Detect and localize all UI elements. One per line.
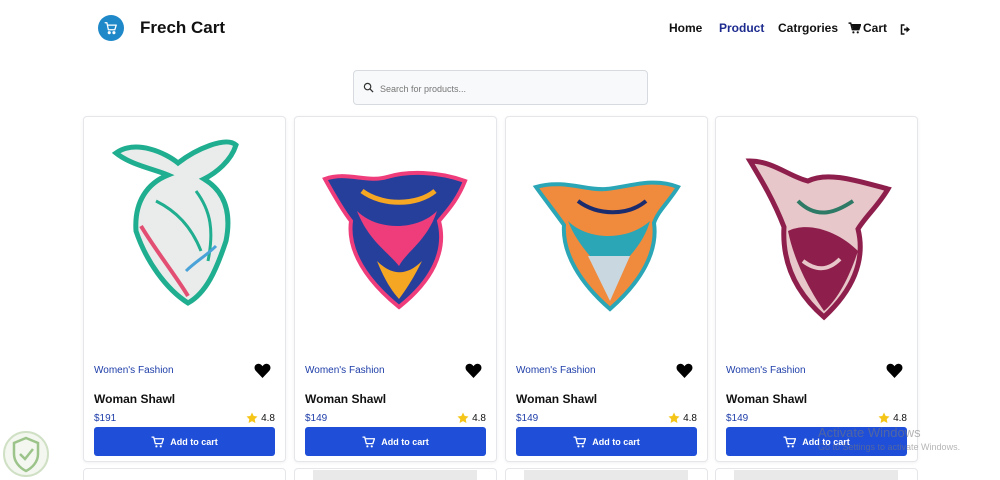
heart-icon[interactable] [465,363,482,378]
product-card[interactable]: Women's Fashion Woman Shawl $191 4.8 Add… [83,116,286,462]
brand-name[interactable]: Frech Cart [140,18,225,38]
product-card[interactable] [83,468,286,480]
add-to-cart-button[interactable]: Add to cart [516,427,697,456]
nav-home[interactable]: Home [669,21,702,35]
rating-value: 4.8 [893,412,907,424]
product-name: Woman Shawl [726,392,808,406]
shield-logo-icon [3,431,49,477]
nav-cart[interactable]: Cart [848,21,887,35]
star-icon [668,412,680,423]
product-card[interactable] [505,468,708,480]
cart-icon [573,435,587,447]
windows-activation-watermark: Activate Windows Go to Settings to activ… [818,425,960,452]
product-image [313,470,477,480]
add-to-cart-label: Add to cart [381,436,429,447]
star-icon [246,412,258,423]
product-rating: 4.8 [457,412,486,424]
rating-value: 4.8 [472,412,486,424]
add-to-cart-label: Add to cart [592,436,640,447]
cart-icon [362,435,376,447]
product-image [322,170,468,310]
product-card[interactable] [715,468,918,480]
product-name: Woman Shawl [516,392,598,406]
search-icon [363,82,374,93]
product-card[interactable] [294,468,497,480]
cart-icon [151,435,165,447]
product-image [745,158,892,321]
product-card[interactable]: Women's Fashion Woman Shawl $149 4.8 Add… [715,116,918,462]
product-category[interactable]: Women's Fashion [516,365,596,376]
product-category[interactable]: Women's Fashion [726,365,806,376]
add-to-cart-button[interactable]: Add to cart [94,427,275,456]
nav-cart-label: Cart [863,21,888,35]
product-rating: 4.8 [878,412,907,424]
product-category[interactable]: Women's Fashion [94,365,174,376]
add-to-cart-button[interactable]: Add to cart [305,427,486,456]
product-name: Woman Shawl [305,392,387,406]
nav-categories[interactable]: Catrgories [778,21,838,35]
product-card[interactable]: Women's Fashion Woman Shawl $149 4.8 Add… [505,116,708,462]
rating-value: 4.8 [683,412,697,424]
search-input[interactable] [380,80,640,98]
product-image [734,470,898,480]
cart-icon [848,22,861,34]
nav-product[interactable]: Product [719,21,764,35]
product-rating: 4.8 [246,412,275,424]
product-image [111,139,239,306]
heart-icon[interactable] [676,363,693,378]
product-category[interactable]: Women's Fashion [305,365,385,376]
cart-icon [783,435,797,447]
product-rating: 4.8 [668,412,697,424]
product-price: $149 [726,413,749,424]
heart-icon[interactable] [254,363,271,378]
search-bar [353,70,648,105]
product-image [532,180,681,312]
product-price: $149 [305,413,328,424]
product-card[interactable]: Women's Fashion Woman Shawl $149 4.8 Add… [294,116,497,462]
rating-value: 4.8 [261,412,275,424]
add-to-cart-label: Add to cart [170,436,218,447]
logout-icon[interactable] [900,22,912,40]
product-price: $149 [516,413,539,424]
product-price: $191 [94,413,117,424]
heart-icon[interactable] [886,363,903,378]
product-name: Woman Shawl [94,392,176,406]
watermark-title: Activate Windows [818,425,921,440]
navbar: Frech Cart Home Product Catrgories Cart [0,0,1000,56]
watermark-subtitle: Go to Settings to activate Windows. [818,442,961,452]
product-image [524,470,688,480]
star-icon [878,412,890,423]
cart-logo-icon[interactable] [98,15,124,41]
star-icon [457,412,469,423]
